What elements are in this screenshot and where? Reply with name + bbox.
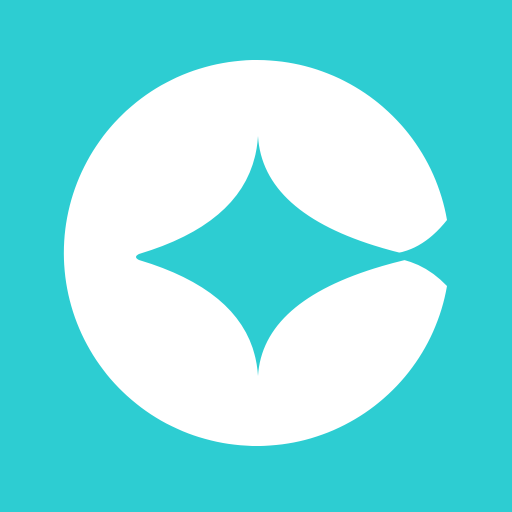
sparkle-circle-logo-icon [0, 0, 512, 512]
app-icon [0, 0, 512, 512]
